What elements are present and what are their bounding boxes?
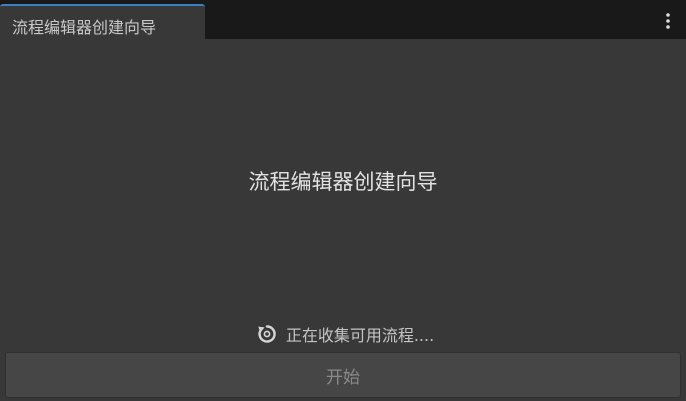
start-button-label: 开始 [326,367,360,388]
loading-status: 正在收集可用流程.... [0,322,686,346]
tab-flow-editor-wizard[interactable]: 流程编辑器创建向导 [0,4,205,39]
wizard-title: 流程编辑器创建向导 [248,170,438,194]
wizard-window: 流程编辑器创建向导 流程编辑器创建向导 正在收集可用流程.... 开始 [0,0,686,401]
refresh-icon [256,323,278,345]
tab-title: 流程编辑器创建向导 [12,18,157,37]
tab-bar: 流程编辑器创建向导 [0,0,686,39]
status-text: 正在收集可用流程.... [285,326,435,345]
start-button[interactable]: 开始 [5,352,681,398]
kebab-menu-icon[interactable] [662,10,674,32]
